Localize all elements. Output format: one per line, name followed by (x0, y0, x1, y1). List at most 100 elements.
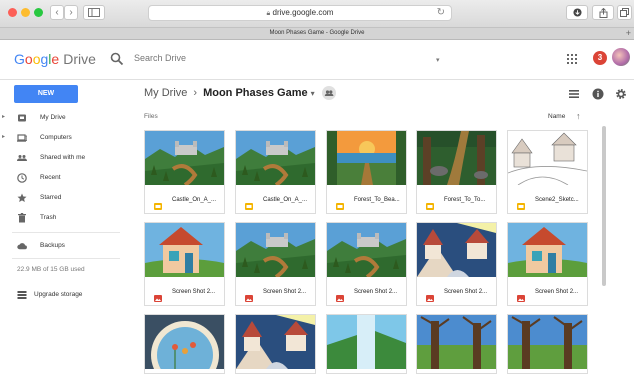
file-name: Castle_On_A_... (263, 197, 308, 203)
search-icon[interactable] (110, 52, 124, 66)
storage-icon (17, 291, 27, 299)
info-icon[interactable] (592, 88, 604, 100)
file-thumbnail (236, 315, 315, 369)
sidebar-item-starred[interactable]: Starred (0, 188, 128, 208)
share-button[interactable] (592, 5, 614, 20)
new-tab-button[interactable]: + (626, 28, 631, 39)
file-card[interactable] (326, 314, 407, 374)
file-card[interactable]: Screen Shot 2... (326, 222, 407, 306)
sort-by-name-button[interactable]: Name (548, 113, 565, 120)
sort-direction-arrow-icon[interactable]: ↑ (576, 111, 581, 121)
file-caption: Castle_On_A_... (236, 186, 315, 213)
file-card[interactable] (416, 314, 497, 374)
sidebar-item-my-drive[interactable]: ▸ My Drive (0, 108, 128, 128)
sidebar-item-backups[interactable]: Backups (0, 236, 128, 256)
file-thumbnail (417, 131, 496, 185)
sidebar-item-recent[interactable]: Recent (0, 168, 128, 188)
avatar[interactable] (612, 48, 630, 66)
file-grid-area: Files Name ↑ Castle_On_A_... Castle_On_A_… (130, 106, 634, 374)
sidebar-item-label: Computers (40, 134, 72, 141)
file-card[interactable]: Screen Shot 2... (144, 222, 225, 306)
file-name: Forest_To_To... (444, 197, 486, 203)
sidebar-item-label: Backups (40, 242, 65, 249)
storage-usage-text: 22.9 MB of 15 GB used (17, 266, 85, 273)
tab-bar: Moon Phases Game - Google Drive + (0, 28, 634, 40)
new-button[interactable]: NEW (14, 85, 78, 103)
file-card[interactable]: Screen Shot 2... (507, 222, 588, 306)
slides-file-icon (336, 197, 344, 210)
file-card[interactable]: Scene2_Sketc... (507, 130, 588, 214)
file-caption: Screen Shot 2... (508, 278, 587, 305)
tabs-overview-button[interactable] (617, 5, 632, 20)
file-name: Screen Shot 2... (535, 289, 579, 295)
apps-grid-icon[interactable] (567, 54, 577, 64)
sidebar-item-label: Starred (40, 194, 62, 201)
address-bar[interactable]: 🔒︎ drive.google.com ↻ (148, 5, 452, 21)
search-options-caret-icon[interactable]: ▾ (436, 56, 440, 64)
zoom-window-button[interactable] (34, 8, 43, 17)
expand-arrow-icon[interactable]: ▸ (2, 113, 5, 120)
address-text: drive.google.com (272, 8, 334, 17)
logo-letter: e (51, 51, 60, 67)
reload-icon[interactable]: ↻ (437, 6, 445, 20)
expand-arrow-icon[interactable]: ▸ (2, 133, 5, 140)
drive-toolbar: NEW My Drive › Moon Phases Game ▾ (0, 80, 634, 106)
file-caption: Scene2_Sketc... (508, 186, 587, 213)
file-thumbnail (327, 223, 406, 277)
sidebar-item-label: Shared with me (40, 154, 86, 161)
breadcrumb-current-folder[interactable]: Moon Phases Game (203, 87, 308, 99)
file-card[interactable]: Forest_To_To... (416, 130, 497, 214)
files-section-label: Files (144, 113, 158, 120)
file-card[interactable] (235, 314, 316, 374)
notifications-badge[interactable]: 3 (593, 51, 607, 65)
file-thumbnail (145, 315, 224, 369)
sidebar: ▸ My Drive ▸ Computers Shared with me Re… (0, 106, 130, 362)
file-card[interactable]: Screen Shot 2... (416, 222, 497, 306)
breadcrumb: My Drive › Moon Phases Game ▾ (144, 86, 336, 100)
download-button[interactable] (566, 5, 588, 20)
file-card[interactable]: Castle_On_A_... (235, 130, 316, 214)
shared-folder-icon[interactable] (321, 86, 336, 100)
logo-letter: o (24, 51, 33, 67)
list-view-icon[interactable] (568, 88, 580, 100)
drive-header: Google Drive Search Drive ▾ 3 (0, 40, 634, 80)
file-thumbnail (145, 223, 224, 277)
file-thumbnail (508, 131, 587, 185)
file-card[interactable] (507, 314, 588, 374)
google-drive-logo[interactable]: Google Drive (14, 51, 96, 67)
tabs-icon (620, 8, 629, 17)
file-card[interactable] (144, 314, 225, 374)
file-name: Forest_To_Bea... (354, 197, 400, 203)
search-input[interactable]: Search Drive (134, 53, 444, 63)
slides-file-icon (517, 197, 525, 210)
upgrade-storage-link[interactable]: Upgrade storage (0, 285, 128, 305)
file-thumbnail (236, 131, 315, 185)
file-card[interactable]: Forest_To_Bea... (326, 130, 407, 214)
forward-button[interactable]: › (64, 5, 78, 20)
sidebar-divider (12, 258, 120, 259)
file-thumbnail (508, 223, 587, 277)
vertical-scrollbar[interactable] (602, 126, 606, 286)
file-caption: Forest_To_To... (417, 186, 496, 213)
lock-icon: 🔒︎ (266, 10, 271, 17)
share-icon (599, 7, 607, 18)
file-thumbnail (508, 315, 587, 369)
minimize-window-button[interactable] (21, 8, 30, 17)
settings-gear-icon[interactable] (615, 88, 627, 100)
close-window-button[interactable] (8, 8, 17, 17)
sidebar-item-trash[interactable]: Trash (0, 208, 128, 228)
download-icon (572, 8, 582, 17)
active-tab[interactable]: Moon Phases Game - Google Drive (269, 30, 364, 36)
sidebar-item-computers[interactable]: ▸ Computers (0, 128, 128, 148)
file-thumbnail (327, 131, 406, 185)
sidebar-item-shared-with-me[interactable]: Shared with me (0, 148, 128, 168)
sidebar-toggle-button[interactable] (83, 5, 105, 20)
file-thumbnail (236, 223, 315, 277)
folder-menu-caret-icon[interactable]: ▾ (311, 89, 315, 98)
breadcrumb-root[interactable]: My Drive (144, 87, 187, 99)
back-button[interactable]: ‹ (50, 5, 64, 20)
sidebar-item-label: Recent (40, 174, 61, 181)
file-card[interactable]: Screen Shot 2... (235, 222, 316, 306)
browser-titlebar: ‹ › 🔒︎ drive.google.com ↻ (0, 0, 634, 28)
file-card[interactable]: Castle_On_A_... (144, 130, 225, 214)
